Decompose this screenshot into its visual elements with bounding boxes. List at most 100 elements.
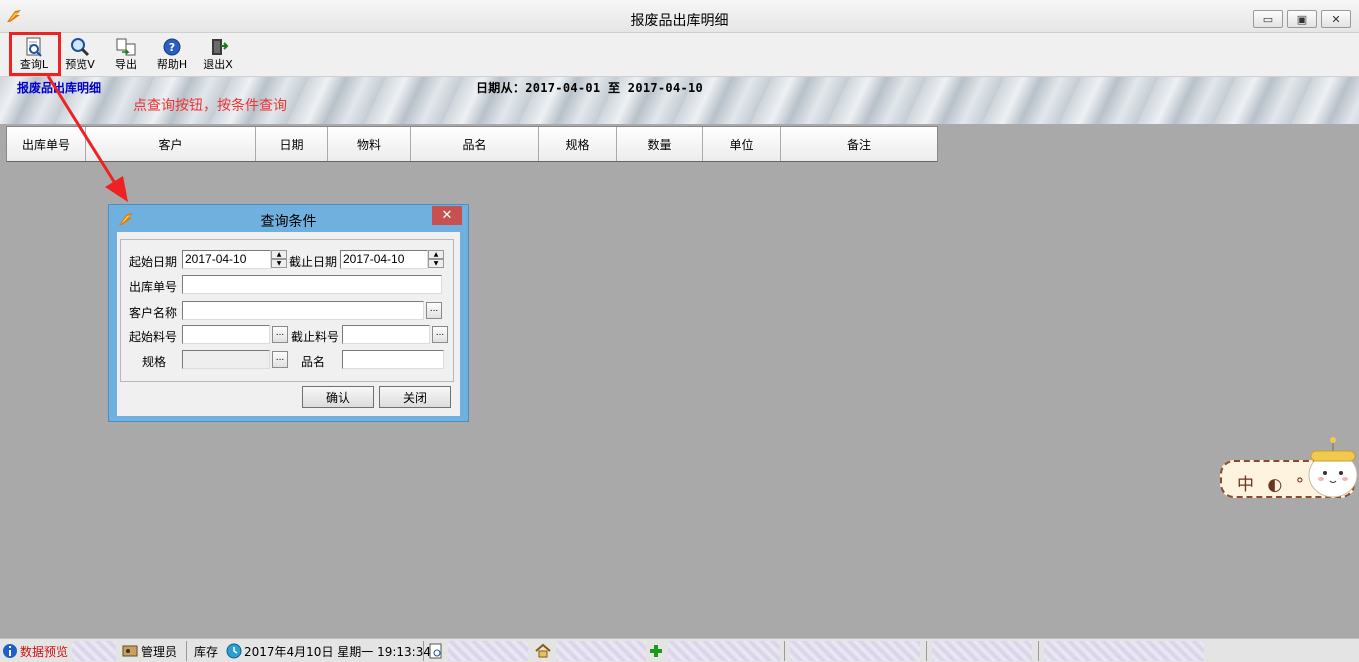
magnifier-icon (71, 38, 90, 57)
status-module: 库存 (194, 644, 219, 659)
end-date-label: 截止日期 (289, 255, 338, 269)
col-order-no[interactable]: 出库单号 (7, 127, 86, 161)
end-date-field[interactable]: 2017-04-10 (340, 250, 428, 269)
start-date-label: 起始日期 (129, 255, 178, 269)
minimize-icon: ▭ (1262, 12, 1274, 26)
status-decor (668, 641, 780, 661)
dialog-title: 查询条件 (260, 214, 317, 230)
start-item-label: 起始料号 (129, 330, 178, 344)
start-date-spinner[interactable]: ▲ ▼ (271, 250, 287, 269)
status-divider (423, 641, 424, 661)
spin-down-icon: ▼ (271, 259, 287, 268)
start-date-field[interactable]: 2017-04-10 (182, 250, 271, 269)
preview-button[interactable]: 预览V (58, 36, 102, 74)
svg-text:?: ? (169, 41, 175, 54)
end-item-browse-button[interactable]: ... (432, 326, 448, 343)
toolbar: 查询L 预览V 导出 ? 帮助H 退出X (0, 33, 1359, 77)
status-preview-text: 数据预览 (20, 644, 69, 659)
document-icon (429, 643, 442, 659)
query-dialog: 查询条件 ✕ 起始日期 2017-04-10 ▲ ▼ 截止日期 2017-04-1… (108, 204, 469, 422)
dialog-titlebar: 查询条件 ✕ (109, 205, 468, 231)
confirm-button[interactable]: 确认 (302, 386, 374, 408)
status-bar: 数据预览 管理员 库存 2017年4月10日 星期一 19:13:34 (0, 638, 1359, 662)
export-button-label: 导出 (115, 58, 137, 71)
col-spec[interactable]: 规格 (539, 127, 617, 161)
dialog-body: 起始日期 2017-04-10 ▲ ▼ 截止日期 2017-04-10 ▲ ▼ 出库… (117, 232, 460, 416)
status-divider (926, 641, 927, 661)
end-item-label: 截止料号 (291, 330, 340, 344)
col-remark[interactable]: 备注 (781, 127, 937, 161)
status-add[interactable] (648, 641, 664, 661)
status-decor (556, 641, 646, 661)
spec-input[interactable] (182, 350, 270, 369)
spec-browse-button[interactable]: ... (272, 351, 288, 368)
help-button[interactable]: ? 帮助H (150, 36, 194, 74)
spin-down-icon: ▼ (428, 259, 444, 268)
close-icon: ✕ (441, 208, 453, 223)
export-button[interactable]: 导出 (104, 36, 148, 74)
status-user: 管理员 (122, 641, 177, 661)
close-window-button[interactable]: ✕ (1321, 10, 1351, 28)
query-fields-group: 起始日期 2017-04-10 ▲ ▼ 截止日期 2017-04-10 ▲ ▼ 出库… (120, 239, 454, 382)
info-icon (3, 644, 17, 658)
end-date-spinner[interactable]: ▲ ▼ (428, 250, 444, 269)
col-quantity[interactable]: 数量 (617, 127, 703, 161)
status-decor (790, 641, 920, 661)
exit-button[interactable]: 退出X (196, 36, 240, 74)
product-name-label: 品名 (301, 355, 326, 369)
preview-button-label: 预览V (65, 58, 95, 71)
help-icon: ? (163, 38, 181, 56)
end-item-input[interactable] (342, 325, 430, 344)
grid-header: 出库单号 客户 日期 物料 品名 规格 数量 单位 备注 (6, 126, 938, 162)
col-material[interactable]: 物料 (328, 127, 411, 161)
spin-up-icon: ▲ (271, 250, 287, 259)
order-no-label: 出库单号 (129, 280, 178, 294)
export-icon (116, 38, 136, 56)
product-name-input[interactable] (342, 350, 444, 369)
report-title: 报废品出库明细 (17, 81, 102, 95)
order-no-input[interactable] (182, 275, 442, 294)
status-decor (448, 641, 528, 661)
close-icon: ✕ (1331, 12, 1341, 26)
status-divider (186, 641, 187, 661)
exit-door-icon (212, 39, 229, 55)
annotation-text: 点查询按钮，按条件查询 (133, 98, 287, 114)
window-title: 报废品出库明细 (630, 13, 729, 29)
status-home[interactable] (535, 641, 551, 661)
maximize-icon: ▣ (1296, 12, 1308, 26)
user-card-icon (122, 645, 138, 657)
minimize-button[interactable]: ▭ (1253, 10, 1283, 28)
col-unit[interactable]: 单位 (703, 127, 781, 161)
status-decor (932, 641, 1032, 661)
clock-icon (226, 643, 242, 659)
status-divider (1038, 641, 1039, 661)
spin-up-icon: ▲ (428, 250, 444, 259)
col-date[interactable]: 日期 (256, 127, 328, 161)
query-button-highlight (9, 32, 61, 76)
mascot-sticker-icon (1308, 437, 1358, 498)
status-divider (784, 641, 785, 661)
plus-icon (650, 645, 662, 657)
col-product-name[interactable]: 品名 (411, 127, 539, 161)
home-icon (535, 643, 551, 658)
customer-browse-button[interactable]: ... (426, 302, 442, 319)
customer-label: 客户名称 (129, 306, 178, 320)
status-datetime: 2017年4月10日 星期一 19:13:34 (226, 641, 431, 661)
col-customer[interactable]: 客户 (86, 127, 256, 161)
dialog-close-action-button[interactable]: 关闭 (379, 386, 451, 408)
help-button-label: 帮助H (156, 58, 188, 71)
dialog-close-button[interactable]: ✕ (432, 206, 462, 225)
exit-button-label: 退出X (203, 58, 233, 71)
status-datetime-text: 2017年4月10日 星期一 19:13:34 (244, 644, 431, 659)
spec-label: 规格 (142, 355, 167, 369)
customer-input[interactable] (182, 301, 424, 320)
status-doc (428, 641, 444, 661)
window-titlebar: 报废品出库明细 ▭ ▣ ✕ (0, 0, 1359, 33)
status-decor (72, 641, 116, 661)
status-decor (1044, 641, 1204, 661)
start-item-input[interactable] (182, 325, 270, 344)
maximize-button[interactable]: ▣ (1287, 10, 1317, 28)
status-preview: 数据预览 (2, 641, 68, 661)
start-item-browse-button[interactable]: ... (272, 326, 288, 343)
date-range-text: 日期从：2017-04-01 至 2017-04-10 (476, 81, 704, 95)
